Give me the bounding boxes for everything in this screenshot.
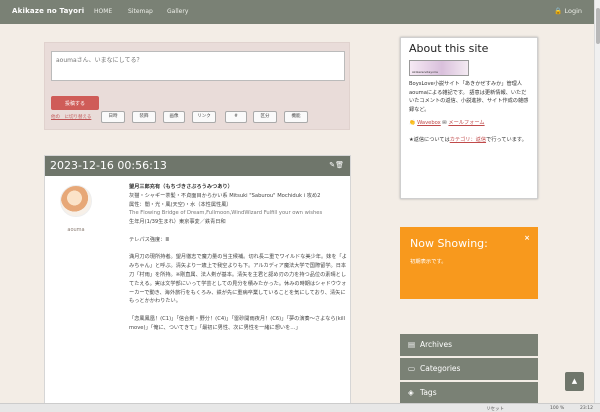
- about-links: 👏 Wavebox ✉ メールフォーム: [409, 119, 529, 126]
- entry-line: 属性：闇・光・風(天空)・水（本性属性風）: [129, 201, 232, 208]
- tool-category-button[interactable]: 区分: [253, 111, 277, 123]
- entry-date[interactable]: 2023-12-16 00:56:13: [50, 159, 167, 172]
- sidebar-categories-label: Categories: [420, 364, 461, 373]
- tool-decoration-button[interactable]: 装飾: [132, 111, 156, 123]
- folder-icon: ▭: [408, 364, 416, 373]
- nav-sitemap-link[interactable]: Sitemap: [128, 8, 153, 15]
- sidebar-categories[interactable]: ▭ Categories: [400, 358, 538, 380]
- entry-line: 灰猫・シャギー茶髪・不貞面目からかい系 Mitsuki "Saburou" Mo…: [129, 192, 321, 199]
- now-showing-widget: Now Showing: × 初期表示です。: [400, 227, 538, 299]
- scrollbar-thumb[interactable]: [596, 8, 600, 44]
- close-icon[interactable]: ×: [524, 234, 530, 242]
- tool-link-button[interactable]: リンク: [192, 111, 216, 123]
- post-entry: 2023-12-16 00:56:13 ✎🗑 aouma 望月三郎充有（もちづき…: [44, 155, 351, 405]
- post-textarea[interactable]: [51, 51, 345, 81]
- tool-hashtag-button[interactable]: #: [225, 111, 247, 123]
- clock: 23:12: [580, 406, 593, 411]
- sidebar-tags[interactable]: ◈ Tags: [400, 382, 538, 404]
- reply-note-post: で行っています。: [486, 137, 527, 144]
- wavebox-link[interactable]: Wavebox: [417, 120, 441, 126]
- tool-function-button[interactable]: 機能: [284, 111, 308, 123]
- sidebar-tags-label: Tags: [420, 388, 437, 397]
- archive-icon: ▤: [408, 340, 416, 349]
- zoom-level[interactable]: 100 %: [550, 406, 564, 411]
- now-showing-message: 初期表示です。: [410, 259, 447, 265]
- mode-switch-link[interactable]: 他の に切り替える: [51, 114, 91, 120]
- tag-icon: ◈: [408, 388, 414, 397]
- about-widget: About this site Akikazenotayoria BoysLov…: [400, 37, 538, 199]
- entry-header: 2023-12-16 00:56:13 ✎🗑: [45, 156, 350, 176]
- nav-gallery-link[interactable]: Gallery: [167, 8, 188, 15]
- browser-statusbar: リセット 100 % 23:12: [0, 403, 600, 412]
- author-avatar: [60, 185, 92, 217]
- post-form: 投稿する 他の に切り替える 日時 装飾 画像 リンク # 区分 機能: [44, 42, 350, 130]
- tool-image-button[interactable]: 画像: [163, 111, 185, 123]
- wavebox-icon: 👏: [409, 120, 416, 127]
- mailform-link[interactable]: メールフォーム: [448, 120, 484, 126]
- about-title: About this site: [409, 42, 489, 55]
- entry-paragraph: 「恋風鳳凰！(C1)」「信合剣・野分！(C4)」「雷砂開雨夜月！(C6)」「夢の…: [129, 315, 346, 331]
- post-button[interactable]: 投稿する: [51, 96, 99, 110]
- about-description: BoysLove小説サイト「あきかぜすみか」管理人aoumaによる雑記です。 語…: [409, 81, 529, 113]
- page-scrollbar[interactable]: [594, 0, 600, 403]
- mail-icon: ✉: [442, 120, 447, 127]
- chevron-up-icon: ▲: [571, 377, 578, 385]
- tool-datetime-button[interactable]: 日時: [101, 111, 125, 123]
- scroll-top-button[interactable]: ▲: [565, 372, 584, 391]
- entry-line: 生年月(1/39生まれ）東京事変／鉄青日和: [129, 219, 226, 226]
- reset-label[interactable]: リセット: [486, 406, 504, 412]
- entry-paragraph: 満月刀の現所持者。望月徹志で魔力量の当主候補。切れ長二重でワイルドな美少年。妹を…: [129, 254, 347, 305]
- sidebar-archives-label: Archives: [420, 340, 452, 349]
- reply-category-link[interactable]: カテゴリ：返信: [450, 137, 486, 143]
- login-link[interactable]: 🔒 Login: [554, 7, 582, 15]
- reply-note: ★返信についてはカテゴリ：返信で行っています。: [409, 136, 529, 145]
- site-banner-image[interactable]: Akikazenotayoria: [409, 60, 469, 76]
- entry-line: 望月三郎充有（もちづきさぶろうみつあり）: [129, 184, 233, 190]
- sidebar-archives[interactable]: ▤ Archives: [400, 334, 538, 356]
- now-showing-title: Now Showing:: [410, 237, 488, 250]
- entry-line: The Flowing Bridge of Dream,Fullmoon,Win…: [129, 210, 323, 217]
- reply-note-pre: ★返信については: [409, 137, 450, 144]
- entry-line: テレパス強度：Ⅲ: [129, 236, 169, 243]
- author-name: aouma: [67, 227, 85, 233]
- site-brand[interactable]: Akikaze no Tayori: [12, 7, 84, 15]
- entry-body: 望月三郎充有（もちづきさぶろうみつあり） 灰猫・シャギー茶髪・不貞面目からかい系…: [129, 183, 349, 341]
- top-navbar: Akikaze no Tayori HOME Sitemap Gallery 🔒…: [0, 0, 594, 24]
- nav-home-link[interactable]: HOME: [94, 8, 112, 15]
- edit-delete-icons[interactable]: ✎🗑: [329, 161, 344, 169]
- banner-text: Akikazenotayoria: [412, 70, 438, 74]
